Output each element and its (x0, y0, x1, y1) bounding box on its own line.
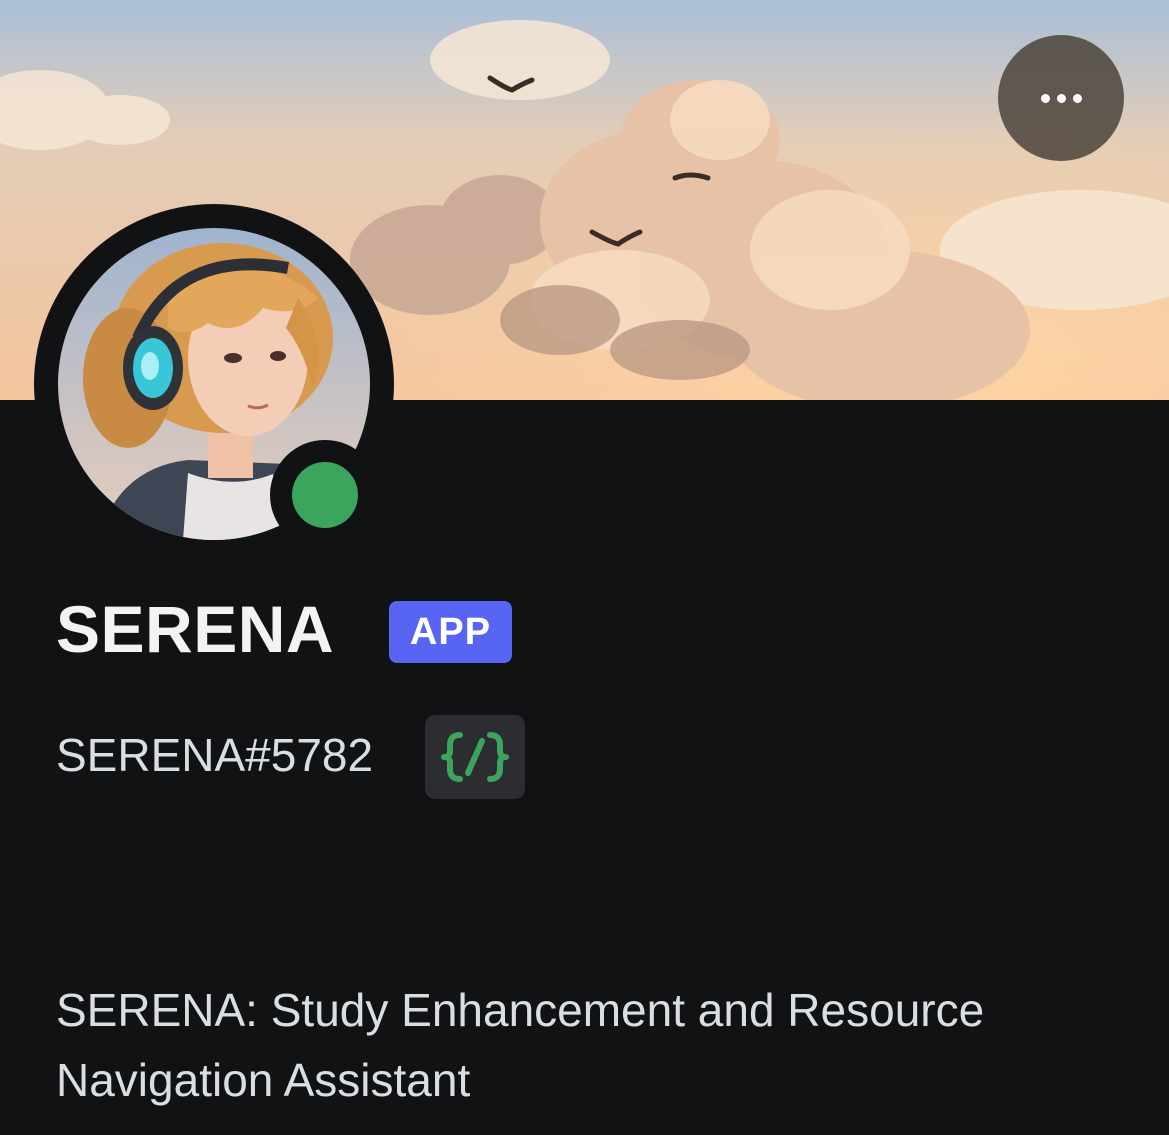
online-status-icon (292, 462, 358, 528)
slash-commands-icon (441, 732, 509, 782)
more-options-button[interactable] (998, 35, 1124, 161)
username[interactable]: SERENA#5782 (56, 732, 373, 778)
display-name: SERENA (56, 592, 335, 666)
slash-commands-badge[interactable] (425, 715, 525, 799)
more-options-icon (1040, 93, 1082, 103)
app-badge: APP (389, 601, 512, 663)
profile-bio: SERENA: Study Enhancement and Resource N… (56, 984, 985, 1106)
